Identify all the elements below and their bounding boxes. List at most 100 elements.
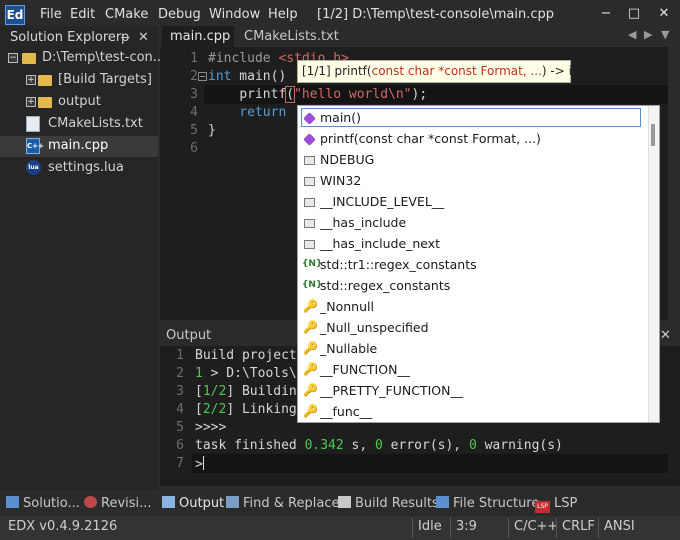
completion-item-frame: 🔑 _Nullable — [301, 339, 641, 358]
tree-item-label: settings.lua — [48, 160, 124, 175]
completion-item-regex-constants[interactable]: {N} std::regex_constants — [297, 275, 643, 296]
completion-item-printf[interactable]: printf(const char *const Format, ...) — [297, 128, 643, 149]
cursor-position[interactable]: 3:9 — [456, 519, 477, 534]
code-line-4: return — [208, 105, 287, 120]
completion-item-has-include-next[interactable]: __has_include_next — [297, 233, 643, 254]
output-text: error(s), — [382, 438, 469, 453]
completion-label: NDEBUG — [320, 152, 375, 167]
menu-debug[interactable]: Debug — [158, 7, 201, 22]
completion-item-has-include[interactable]: __has_include — [297, 212, 643, 233]
minimize-button[interactable]: − — [594, 2, 618, 26]
line-number: 2 — [190, 69, 198, 84]
completion-item-frame: 🔑 _Nonnull — [301, 297, 641, 316]
completion-item-main[interactable]: main() — [297, 107, 643, 128]
completion-item-func[interactable]: 🔑 __func__ — [297, 401, 643, 422]
tree-item-settings-lua[interactable]: lua settings.lua — [0, 158, 158, 179]
macro-icon — [304, 156, 315, 165]
completion-label: __INCLUDE_LEVEL__ — [320, 194, 445, 209]
tab-label: Revisi... — [101, 496, 152, 511]
signature-tooltip: [1/1] printf(const char *const Format, .… — [297, 60, 584, 83]
expand-icon[interactable]: + — [26, 75, 36, 85]
completion-label: __func__ — [320, 404, 373, 419]
tab-scroll-left-icon[interactable]: ◀ — [628, 28, 636, 41]
code-line-3: printf("hello world\n"); — [208, 86, 427, 103]
output-number: 2/2 — [202, 402, 227, 417]
completion-item-null-unspecified[interactable]: 🔑 _Null_unspecified — [297, 317, 643, 338]
tree-item-label: CMakeLists.txt — [48, 116, 143, 131]
completion-item-frame: __has_include — [301, 213, 641, 232]
expand-icon[interactable]: + — [26, 97, 36, 107]
completion-label: __has_include_next — [320, 236, 441, 251]
completion-item-nullable[interactable]: 🔑 _Nullable — [297, 338, 643, 359]
output-number: 1 — [195, 366, 203, 381]
output-line-3: [1/2] Buildin — [195, 384, 297, 399]
menu-window[interactable]: Window — [209, 7, 260, 22]
revisions-icon — [84, 496, 97, 508]
editor-scrollbar[interactable] — [668, 47, 680, 320]
completion-item-nonnull[interactable]: 🔑 _Nonnull — [297, 296, 643, 317]
status-state: Idle — [418, 519, 442, 534]
output-line-6: task finished 0.342 s, 0 error(s), 0 war… — [195, 438, 563, 453]
output-line-5: >>>> — [195, 420, 227, 435]
tab-solution-explorer[interactable]: Solutio... — [6, 496, 80, 511]
completion-item-include-level[interactable]: __INCLUDE_LEVEL__ — [297, 191, 643, 212]
tab-file-structure[interactable]: File Structure — [436, 496, 539, 511]
close-output-button[interactable]: ✕ — [660, 328, 671, 343]
tab-output[interactable]: Output — [162, 496, 224, 511]
tree-item-project-root[interactable]: − D:\Temp\test-con... — [0, 48, 165, 69]
file-structure-icon — [436, 496, 449, 508]
completion-item-win32[interactable]: WIN32 — [297, 170, 643, 191]
line-endings[interactable]: CRLF — [562, 519, 595, 534]
collapse-icon[interactable]: − — [8, 53, 18, 63]
tree-item-cmakelists[interactable]: CMakeLists.txt — [0, 114, 158, 135]
line-number: 3 — [176, 384, 184, 399]
menu-edit[interactable]: Edit — [70, 7, 95, 22]
completion-item-function-macro[interactable]: 🔑 __FUNCTION__ — [297, 359, 643, 380]
completion-item-frame: __has_include_next — [301, 234, 641, 253]
tree-item-build-targets[interactable]: + [Build Targets] — [0, 70, 158, 91]
folder-icon — [22, 53, 36, 64]
completion-item-ndebug[interactable]: NDEBUG — [297, 149, 643, 170]
pin-icon[interactable]: ᵽ — [121, 30, 130, 45]
tab-cmakelists[interactable]: CMakeLists.txt — [244, 29, 339, 44]
tab-find-replace[interactable]: Find & Replace — [226, 496, 339, 511]
line-number: 5 — [190, 123, 198, 138]
macro-icon — [304, 198, 315, 207]
tab-lsp[interactable]: LSP LSP — [535, 496, 577, 513]
completion-item-frame: {N} std::regex_constants — [301, 276, 641, 295]
tooltip-suffix: ) -> int — [541, 64, 585, 78]
tree-item-main-cpp[interactable]: C++ main.cpp — [0, 136, 158, 157]
tab-revisions[interactable]: Revisi... — [84, 496, 152, 511]
tab-build-results[interactable]: Build Results — [338, 496, 439, 511]
tab-list-dropdown-icon[interactable]: ▼ — [661, 28, 669, 41]
encoding[interactable]: ANSI — [604, 519, 635, 534]
close-panel-button[interactable]: ✕ — [138, 30, 149, 45]
menu-cmake[interactable]: CMake — [105, 7, 148, 22]
close-window-button[interactable]: ✕ — [652, 2, 676, 26]
line-number: 6 — [190, 141, 198, 156]
line-number: 4 — [190, 105, 198, 120]
keyword-icon: 🔑 — [303, 341, 318, 355]
output-line-4: [2/2] Linking — [195, 402, 297, 417]
completion-item-pretty-function[interactable]: 🔑 __PRETTY_FUNCTION__ — [297, 380, 643, 401]
tree-item-label: D:\Temp\test-con... — [42, 50, 166, 65]
output-current-line — [192, 454, 668, 473]
fold-marker-icon[interactable]: − — [198, 72, 207, 81]
maximize-button[interactable]: □ — [622, 2, 646, 26]
tree-item-output[interactable]: + output — [0, 92, 158, 113]
menu-file[interactable]: File — [40, 7, 62, 22]
output-number: 0 — [468, 438, 477, 453]
output-text: [ — [195, 402, 203, 417]
tab-scroll-right-icon[interactable]: ▶ — [644, 28, 652, 41]
menu-help[interactable]: Help — [268, 7, 298, 22]
completion-item-tr1-regex-constants[interactable]: {N} std::tr1::regex_constants — [297, 254, 643, 275]
output-prompt: > — [195, 457, 203, 472]
function-icon — [303, 133, 316, 146]
tab-main-cpp[interactable]: main.cpp — [162, 26, 234, 47]
status-separator — [598, 518, 599, 538]
language-mode[interactable]: C/C++ — [514, 519, 558, 534]
code-line-2: int main() — [208, 69, 286, 84]
output-line-7[interactable]: > — [195, 456, 204, 472]
completion-scroll-thumb[interactable] — [651, 124, 655, 146]
completion-scrollbar[interactable] — [648, 106, 659, 422]
